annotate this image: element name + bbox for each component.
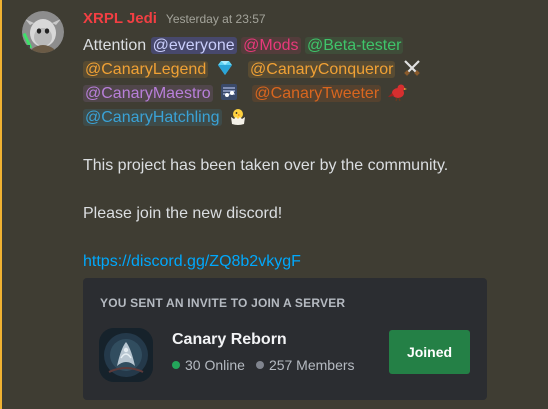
message-line-takeover: This project has been taken over by the … [83, 157, 449, 174]
mention-everyone[interactable]: @everyone [150, 37, 237, 54]
member-count: 257 Members [268, 357, 355, 373]
intro-text: Attention [83, 37, 147, 54]
mention-canary-conqueror[interactable]: @CanaryConqueror [248, 61, 396, 78]
crossed-swords-icon [404, 60, 420, 76]
message-line-join: Please join the new discord! [83, 205, 283, 222]
content-line: @CanaryMaestro @CanaryTweeter [83, 82, 523, 106]
mention-canary-legend[interactable]: @CanaryLegend [83, 61, 209, 78]
mention-beta-tester[interactable]: @Beta-tester [304, 37, 404, 54]
content-line: @CanaryHatchling [83, 106, 523, 130]
server-icon[interactable] [99, 328, 153, 382]
canary-reborn-logo-icon [99, 328, 153, 382]
red-bird-icon [387, 84, 407, 102]
content-line: Attention @everyone @Mods @Beta-tester [83, 34, 523, 58]
mention-highlight-bar [0, 0, 2, 409]
joined-button[interactable]: Joined [389, 330, 470, 374]
members-status-icon [255, 361, 264, 369]
author-username[interactable]: XRPL Jedi [83, 10, 157, 27]
mention-mods[interactable]: @Mods [241, 37, 301, 54]
jedi-avatar-icon [22, 11, 64, 53]
mention-canary-hatchling[interactable]: @CanaryHatchling [83, 109, 222, 126]
content-line: @CanaryLegend @CanaryConqueror [83, 58, 523, 82]
online-status-icon [172, 361, 180, 369]
message-timestamp[interactable]: Yesterday at 23:57 [166, 12, 266, 26]
mention-canary-maestro[interactable]: @CanaryMaestro [83, 85, 213, 102]
invite-header: YOU SENT AN INVITE TO JOIN A SERVER [100, 296, 346, 310]
message-header: XRPL Jedi Yesterday at 23:57 [83, 10, 266, 32]
online-count: 30 Online [185, 357, 245, 373]
message-content: Attention @everyone @Mods @Beta-tester @… [83, 34, 523, 274]
music-notes-icon [221, 84, 238, 100]
hatching-chick-icon [230, 109, 245, 125]
content-line: Please join the new discord! [83, 202, 523, 226]
server-name[interactable]: Canary Reborn [172, 331, 287, 349]
invite-link[interactable]: https://discord.gg/ZQ8b2vkygF [83, 253, 301, 270]
content-line: This project has been taken over by the … [83, 154, 523, 178]
mention-canary-tweeter[interactable]: @CanaryTweeter [252, 85, 382, 102]
message-item: XRPL Jedi Yesterday at 23:57 Attention @… [0, 0, 548, 409]
server-stats: 30 Online 257 Members [172, 357, 355, 373]
content-line: https://discord.gg/ZQ8b2vkygF [83, 250, 523, 274]
invite-embed: YOU SENT AN INVITE TO JOIN A SERVER Cana… [83, 278, 487, 400]
diamond-icon [217, 61, 232, 75]
avatar[interactable] [22, 11, 64, 53]
